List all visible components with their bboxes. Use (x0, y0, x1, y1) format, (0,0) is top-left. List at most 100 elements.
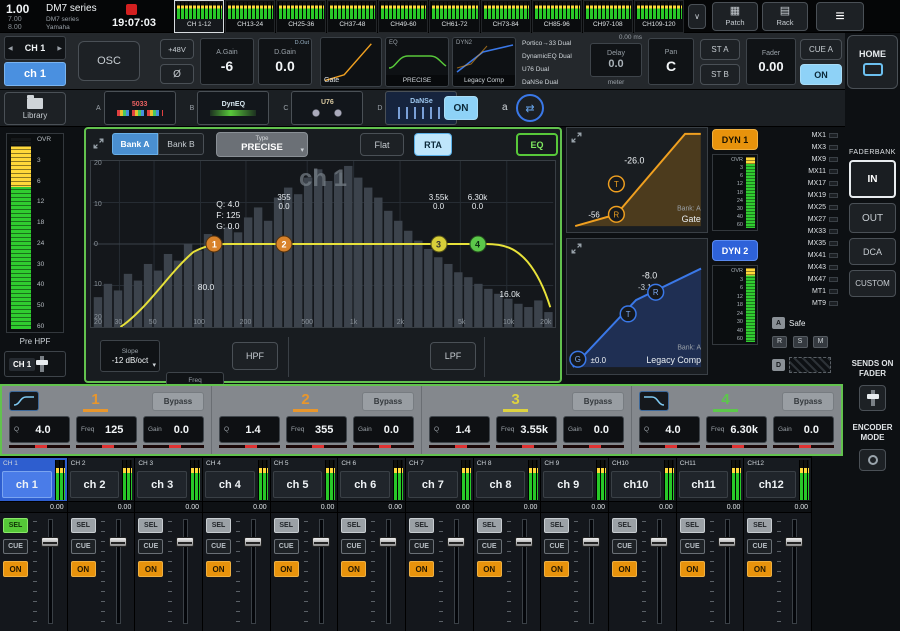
strip-on-button[interactable]: ON (3, 561, 28, 577)
fader-handle[interactable] (582, 537, 600, 547)
analog-gain-box[interactable]: A.Gain -6 (200, 38, 254, 85)
meter-bank[interactable]: CH13-24 (225, 0, 275, 33)
eq-expand-icon[interactable] (92, 137, 105, 150)
dca-row[interactable]: D (772, 357, 831, 373)
fader-handle[interactable] (718, 537, 736, 547)
gate-thumbnail[interactable]: Gate (320, 37, 382, 87)
strip-name-box[interactable]: ch12 (746, 471, 796, 498)
eq-point-3[interactable]: 3 (430, 236, 447, 253)
insert-on-button[interactable]: ON (444, 96, 478, 120)
strip-name-box[interactable]: ch 8 (476, 471, 526, 498)
strip-sel-button[interactable]: SEL (747, 518, 772, 533)
strip-on-button[interactable]: ON (612, 561, 637, 577)
insert-point-icon[interactable]: ⇄ (516, 94, 544, 122)
strip-name-box[interactable]: ch 6 (340, 471, 390, 498)
fader-handle[interactable] (41, 537, 59, 547)
strip-name-box[interactable]: ch 5 (273, 471, 323, 498)
channel-strip[interactable]: CH 7 ch 7 0.00 SEL CUE ON (406, 458, 474, 631)
pan-box[interactable]: Pan C (648, 38, 694, 85)
fader-handle[interactable] (379, 537, 397, 547)
send-item[interactable]: MX17 (766, 177, 838, 189)
insert-slot-thumbnail[interactable]: DynEQ (197, 91, 269, 125)
band-freq-knob[interactable]: Freq6.30k (706, 416, 767, 448)
menu-button[interactable]: ≡ (816, 2, 864, 31)
band-shelf-icon[interactable] (9, 391, 39, 411)
strip-sel-button[interactable]: SEL (680, 518, 705, 533)
meter-bank[interactable]: CH109-120 (634, 0, 684, 33)
strip-cue-button[interactable]: CUE (680, 539, 705, 554)
phantom-48v-button[interactable]: +48V (160, 39, 194, 59)
library-button[interactable]: Library (4, 92, 66, 125)
fader-handle[interactable] (785, 537, 803, 547)
delay-box[interactable]: Delay 0.0 (590, 43, 642, 77)
strip-sel-button[interactable]: SEL (206, 518, 231, 533)
channel-strip[interactable]: CH 3 ch 3 0.00 SEL CUE ON (135, 458, 203, 631)
eq-on-button[interactable]: EQ (516, 133, 558, 156)
recall-safe-r[interactable]: R (772, 336, 787, 348)
meter-bank[interactable]: CH61-72 (429, 0, 479, 33)
channel-strip[interactable]: CH 4 ch 4 0.00 SEL CUE ON (203, 458, 271, 631)
channel-strip[interactable]: CH11 ch11 0.00 SEL CUE ON (677, 458, 745, 631)
scene-prev[interactable]: 7.00 (8, 16, 22, 23)
band-q-knob[interactable]: Q4.0 (9, 416, 70, 448)
hpf-slope-dropdown[interactable]: Slope -12 dB/oct (100, 340, 160, 372)
fader-track[interactable] (319, 519, 324, 624)
fader-track[interactable] (792, 519, 797, 624)
fader-track[interactable] (48, 519, 53, 624)
fader-track[interactable] (116, 519, 121, 624)
band-q-knob[interactable]: Q4.0 (639, 416, 700, 448)
fader-readout-box[interactable]: Fader 0.00 (746, 38, 796, 85)
channel-strip[interactable]: CH 1 ch 1 0.00 SEL CUE ON (0, 458, 68, 631)
channel-name-box[interactable]: ch 1 (4, 62, 66, 86)
strip-cue-button[interactable]: CUE (612, 539, 637, 554)
send-item[interactable]: MX41 (766, 249, 838, 261)
patch-button[interactable]: ▦ Patch (712, 2, 758, 31)
meter-bank[interactable]: CH97-108 (583, 0, 633, 33)
send-item[interactable]: MT1 (766, 285, 838, 297)
fader-track[interactable] (251, 519, 256, 624)
strip-cue-button[interactable]: CUE (409, 539, 434, 554)
meter-bank[interactable]: CH37-48 (327, 0, 377, 33)
faderbank-out-button[interactable]: OUT (849, 203, 896, 233)
strip-name-box[interactable]: ch 3 (137, 471, 187, 498)
strip-on-button[interactable]: ON (409, 561, 434, 577)
gate-expand-icon[interactable] (570, 131, 583, 144)
eq-flat-button[interactable]: Flat (360, 133, 404, 156)
fader-handle[interactable] (650, 537, 668, 547)
encoder-mode-button[interactable] (859, 449, 886, 471)
strip-name-box[interactable]: ch 4 (205, 471, 255, 498)
fader-handle[interactable] (447, 537, 465, 547)
channel-next-icon[interactable]: ▶ (57, 45, 62, 52)
digital-gain-box[interactable]: D.Out D.Gain 0.0 (258, 38, 312, 85)
eq-point-4[interactable]: 4 (469, 236, 486, 253)
insert-slot-thumbnail[interactable]: 5033 (104, 91, 176, 125)
band-q-knob[interactable]: Q1.4 (219, 416, 280, 448)
comp-panel[interactable]: -8.0 -3.1 T R G ±0.0 Bank: A Legacy Comp (566, 238, 708, 375)
strip-cue-button[interactable]: CUE (477, 539, 502, 554)
strip-sel-button[interactable]: SEL (3, 518, 28, 533)
send-item[interactable]: MX47 (766, 273, 838, 285)
gate-panel[interactable]: -26.0 T R -56 Bank: A Gate (566, 127, 708, 233)
recall-safe-m[interactable]: M (813, 336, 828, 348)
dyn2-button[interactable]: DYN 2 (712, 240, 758, 261)
strip-sel-button[interactable]: SEL (409, 518, 434, 533)
send-item[interactable]: MX33 (766, 225, 838, 237)
band-bypass-button[interactable]: Bypass (572, 392, 624, 411)
strip-cue-button[interactable]: CUE (544, 539, 569, 554)
channel-strip[interactable]: CH12 ch12 0.00 SEL CUE ON (744, 458, 812, 631)
strip-cue-button[interactable]: CUE (341, 539, 366, 554)
send-item[interactable]: MX11 (766, 165, 838, 177)
strip-on-button[interactable]: ON (747, 561, 772, 577)
strip-cue-button[interactable]: CUE (206, 539, 231, 554)
fader-track[interactable] (657, 519, 662, 624)
send-item[interactable]: MX9 (766, 153, 838, 165)
channel-select[interactable]: ◀ CH 1 ▶ (4, 36, 66, 60)
strip-on-button[interactable]: ON (138, 561, 163, 577)
meter-bank[interactable]: CH25-36 (276, 0, 326, 33)
fader-track[interactable] (183, 519, 188, 624)
recall-safe-s[interactable]: S (793, 336, 808, 348)
osc-button[interactable]: OSC (78, 41, 140, 81)
band-bypass-button[interactable]: Bypass (152, 392, 204, 411)
channel-strip[interactable]: CH 5 ch 5 0.00 SEL CUE ON (271, 458, 339, 631)
cue-a-button[interactable]: CUE A (800, 39, 842, 60)
